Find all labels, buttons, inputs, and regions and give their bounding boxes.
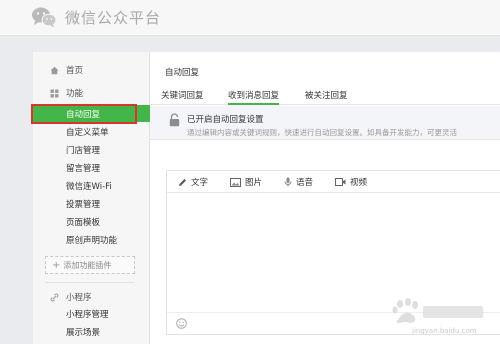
sidebar-item-vote-management[interactable]: 投票管理 (33, 195, 150, 212)
image-tool-button[interactable]: 图片 (230, 176, 262, 188)
sidebar: 首页 功能 自动回复 自定义菜单 门店管理 留言管理 微信连Wi-Fi 投票管理… (33, 52, 150, 344)
sidebar-group-miniprogram: 小程序 (33, 287, 150, 307)
watermark: jingyan.baidu.com (388, 296, 492, 340)
top-bar: 微信公众平台 (0, 0, 500, 36)
sidebar-item-message-management[interactable]: 留言管理 (33, 159, 150, 176)
sidebar-item-label: 自定义菜单 (66, 127, 109, 138)
sidebar-item-display-scene[interactable]: 展示场景 (33, 323, 150, 340)
auto-reply-notice: 已开启自动回复设置 通过编辑内容或关键词规则，快速进行自动回复设置。如具备开发能… (150, 106, 500, 140)
microphone-icon (284, 177, 292, 187)
plus-icon: + (52, 259, 61, 271)
sidebar-item-custom-menu[interactable]: 自定义菜单 (33, 123, 150, 140)
wechat-logo-icon (32, 7, 57, 28)
sidebar-divider (45, 282, 135, 283)
editor-toolbar: 文字 图片 语音 视频 (167, 171, 500, 193)
pen-icon (179, 178, 186, 186)
video-icon (335, 178, 346, 186)
image-icon (230, 177, 241, 187)
home-icon (50, 66, 59, 75)
sidebar-item-original-declaration[interactable]: 原创声明功能 (33, 231, 150, 248)
link-icon (50, 293, 59, 302)
add-plugin-label: 添加功能插件 (63, 260, 112, 270)
tab-message-reply[interactable]: 收到消息回复 (228, 89, 280, 105)
sidebar-item-wifi[interactable]: 微信连Wi-Fi (33, 177, 150, 194)
voice-tool-button[interactable]: 语音 (284, 176, 313, 188)
sidebar-item-label: 展示场景 (66, 327, 101, 338)
video-tool-button[interactable]: 视频 (335, 176, 367, 188)
emoji-icon[interactable] (176, 318, 187, 329)
sidebar-item-label: 门店管理 (66, 145, 101, 156)
sidebar-item-label: 小程序管理 (66, 309, 109, 320)
sidebar-group-features: 功能 (33, 83, 150, 103)
watermark-text: jingyan.baidu.com (412, 327, 477, 335)
tool-label: 语音 (296, 178, 314, 188)
sidebar-item-label: 首页 (66, 66, 84, 76)
sidebar-item-label: 投票管理 (66, 199, 101, 210)
tab-keyword-reply[interactable]: 关键词回复 (161, 89, 204, 105)
sidebar-item-store-management[interactable]: 门店管理 (33, 141, 150, 158)
lock-icon (169, 113, 180, 127)
sidebar-item-home[interactable]: 首页 (33, 60, 150, 80)
add-plugin-button[interactable]: + 添加功能插件 (45, 256, 135, 274)
tab-follow-reply[interactable]: 被关注回复 (305, 89, 348, 105)
baidu-paw-icon (392, 298, 483, 323)
notice-description: 通过编辑内容或关键词规则，快速进行自动回复设置。如具备开发能力，可更灵活 (187, 128, 457, 137)
page-title: 自动回复 (165, 68, 200, 78)
sidebar-item-label: 留言管理 (66, 163, 101, 174)
logo[interactable]: 微信公众平台 (31, 4, 161, 30)
sidebar-item-label: 原创声明功能 (66, 235, 118, 246)
app-title: 微信公众平台 (65, 8, 162, 27)
sidebar-item-miniprogram-management[interactable]: 小程序管理 (33, 305, 150, 322)
sidebar-group-label: 功能 (66, 89, 84, 99)
tool-label: 视频 (350, 178, 368, 188)
text-tool-button[interactable]: 文字 (178, 176, 208, 188)
sidebar-item-page-template[interactable]: 页面模板 (33, 213, 150, 230)
sidebar-group-label: 小程序 (66, 293, 92, 303)
sidebar-item-label: 页面模板 (66, 217, 101, 228)
tab-bar: 关键词回复 收到消息回复 被关注回复 (150, 85, 500, 105)
sidebar-item-label: 微信连Wi-Fi (66, 181, 112, 192)
tool-label: 图片 (245, 178, 263, 188)
highlight-box (31, 104, 137, 124)
grid-icon (50, 89, 59, 98)
notice-title: 已开启自动回复设置 (187, 115, 264, 125)
tool-label: 文字 (191, 178, 209, 188)
